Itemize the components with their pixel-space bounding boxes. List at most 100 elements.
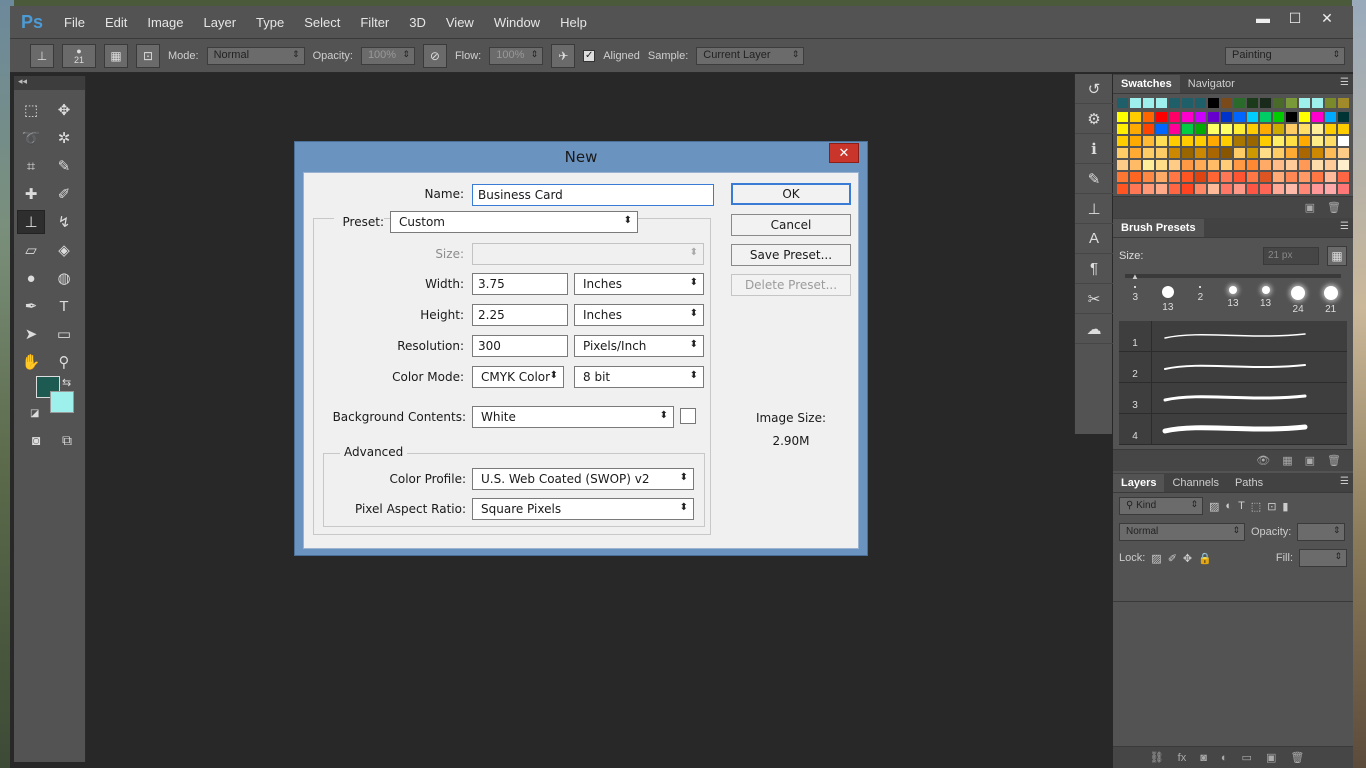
swatch[interactable] bbox=[1273, 148, 1284, 158]
swatch[interactable] bbox=[1312, 172, 1323, 182]
lasso-icon[interactable]: ➰ bbox=[17, 126, 45, 150]
tab-navigator[interactable]: Navigator bbox=[1180, 75, 1243, 93]
brush-grid-icon[interactable]: ▦ bbox=[1282, 454, 1292, 467]
swatch[interactable] bbox=[1221, 172, 1232, 182]
tab-layers[interactable]: Layers bbox=[1113, 474, 1165, 492]
brush-tip[interactable]: 13 bbox=[1253, 286, 1279, 315]
swatch[interactable] bbox=[1156, 136, 1167, 146]
swatch[interactable] bbox=[1234, 172, 1245, 182]
swatch[interactable] bbox=[1260, 112, 1271, 122]
filter-pixel-icon[interactable]: ▨ bbox=[1209, 500, 1219, 513]
rectangle-icon[interactable]: ▭ bbox=[50, 322, 78, 346]
save-preset-button[interactable]: Save Preset... bbox=[731, 244, 851, 266]
swatch[interactable] bbox=[1286, 112, 1297, 122]
brush-tip[interactable]: 24 bbox=[1285, 286, 1311, 315]
swatch[interactable] bbox=[1338, 124, 1349, 134]
swatch[interactable] bbox=[1130, 184, 1141, 194]
swatch[interactable] bbox=[1325, 112, 1336, 122]
swatch[interactable] bbox=[1195, 148, 1206, 158]
swatch[interactable] bbox=[1299, 136, 1310, 146]
swatch[interactable] bbox=[1182, 136, 1193, 146]
swatch[interactable] bbox=[1312, 124, 1323, 134]
swatch[interactable] bbox=[1299, 124, 1310, 134]
adjustment-layer-icon[interactable]: ◐ bbox=[1221, 752, 1228, 764]
fill-input[interactable] bbox=[1299, 549, 1347, 567]
swatch[interactable] bbox=[1221, 112, 1232, 122]
swatch[interactable] bbox=[1338, 148, 1349, 158]
pixel-aspect-select[interactable]: Square Pixels bbox=[472, 498, 694, 520]
menu-layer[interactable]: Layer bbox=[194, 15, 247, 30]
swatch[interactable] bbox=[1117, 112, 1128, 122]
swatch[interactable] bbox=[1143, 184, 1154, 194]
history-brush-icon[interactable]: ↯ bbox=[50, 210, 78, 234]
swatch[interactable] bbox=[1143, 136, 1154, 146]
swatch[interactable] bbox=[1299, 112, 1310, 122]
swatch[interactable] bbox=[1117, 98, 1128, 108]
lock-all-icon[interactable]: 🔒 bbox=[1198, 552, 1212, 565]
healing-icon[interactable]: ✚ bbox=[17, 182, 45, 206]
properties-icon[interactable]: ⚙ bbox=[1075, 104, 1113, 134]
pressure-opacity-icon[interactable]: ⊘ bbox=[422, 43, 447, 68]
swatch[interactable] bbox=[1247, 172, 1258, 182]
swatch[interactable] bbox=[1273, 112, 1284, 122]
menu-image[interactable]: Image bbox=[137, 15, 193, 30]
swatch[interactable] bbox=[1117, 172, 1128, 182]
swatch[interactable] bbox=[1208, 184, 1219, 194]
swatch[interactable] bbox=[1247, 98, 1258, 108]
swatch[interactable] bbox=[1117, 184, 1128, 194]
info-icon[interactable]: ℹ bbox=[1075, 134, 1113, 164]
workspace-select[interactable]: Painting bbox=[1225, 46, 1345, 65]
swatch[interactable] bbox=[1299, 184, 1310, 194]
swatch[interactable] bbox=[1299, 98, 1310, 108]
swap-colors-icon[interactable]: ⇆ bbox=[62, 376, 71, 389]
swatch[interactable] bbox=[1208, 148, 1219, 158]
brush-toggle-icon[interactable]: ▦ bbox=[1327, 246, 1347, 266]
path-select-icon[interactable]: ➤ bbox=[17, 322, 45, 346]
swatch[interactable] bbox=[1260, 184, 1271, 194]
swatch[interactable] bbox=[1130, 98, 1141, 108]
clone-source-panel-icon[interactable]: ⊡ bbox=[136, 43, 160, 68]
kind-filter-select[interactable]: ⚲ Kind bbox=[1119, 497, 1203, 515]
swatch[interactable] bbox=[1143, 148, 1154, 158]
swatch[interactable] bbox=[1286, 160, 1297, 170]
swatch[interactable] bbox=[1143, 112, 1154, 122]
swatch[interactable] bbox=[1195, 98, 1206, 108]
delete-swatch-icon[interactable]: 🗑 bbox=[1327, 201, 1341, 214]
swatch[interactable] bbox=[1117, 148, 1128, 158]
swatch[interactable] bbox=[1130, 160, 1141, 170]
sample-select[interactable]: Current Layer bbox=[696, 46, 805, 65]
brush-presets-menu-icon[interactable]: ☰ bbox=[1340, 221, 1349, 232]
swatch[interactable] bbox=[1338, 112, 1349, 122]
menu-window[interactable]: Window bbox=[484, 15, 550, 30]
filter-type-icon[interactable]: T bbox=[1238, 500, 1245, 512]
swatch[interactable] bbox=[1260, 148, 1271, 158]
swatch[interactable] bbox=[1286, 184, 1297, 194]
swatch[interactable] bbox=[1195, 112, 1206, 122]
tab-swatches[interactable]: Swatches bbox=[1113, 75, 1180, 93]
filter-shape-icon[interactable]: ⬚ bbox=[1251, 500, 1261, 513]
swatch[interactable] bbox=[1169, 98, 1180, 108]
flow-input[interactable]: 100% bbox=[489, 46, 544, 65]
airbrush-icon[interactable]: ✈ bbox=[551, 43, 576, 68]
layer-opacity-input[interactable] bbox=[1297, 523, 1346, 541]
menu-file[interactable]: File bbox=[54, 15, 95, 30]
swatch[interactable] bbox=[1130, 124, 1141, 134]
swatch[interactable] bbox=[1143, 172, 1154, 182]
swatch[interactable] bbox=[1286, 98, 1297, 108]
swatch[interactable] bbox=[1182, 124, 1193, 134]
menu-type[interactable]: Type bbox=[246, 15, 294, 30]
fx-icon[interactable]: fx bbox=[1178, 752, 1187, 764]
tools-collapse-button[interactable]: ◂◂ bbox=[14, 76, 85, 90]
new-group-icon[interactable]: ▭ bbox=[1242, 751, 1252, 764]
slider-handle-icon[interactable]: ▲ bbox=[1131, 272, 1139, 281]
delete-layer-icon[interactable]: 🗑 bbox=[1290, 751, 1304, 764]
swatch[interactable] bbox=[1143, 124, 1154, 134]
swatch[interactable] bbox=[1195, 184, 1206, 194]
swatch[interactable] bbox=[1286, 148, 1297, 158]
aligned-checkbox[interactable]: ✓ bbox=[583, 49, 596, 62]
clone-stamp-icon[interactable]: ⊥ bbox=[17, 210, 45, 234]
swatch[interactable] bbox=[1273, 184, 1284, 194]
swatch[interactable] bbox=[1195, 172, 1206, 182]
swatch[interactable] bbox=[1260, 98, 1271, 108]
menu-edit[interactable]: Edit bbox=[95, 15, 137, 30]
